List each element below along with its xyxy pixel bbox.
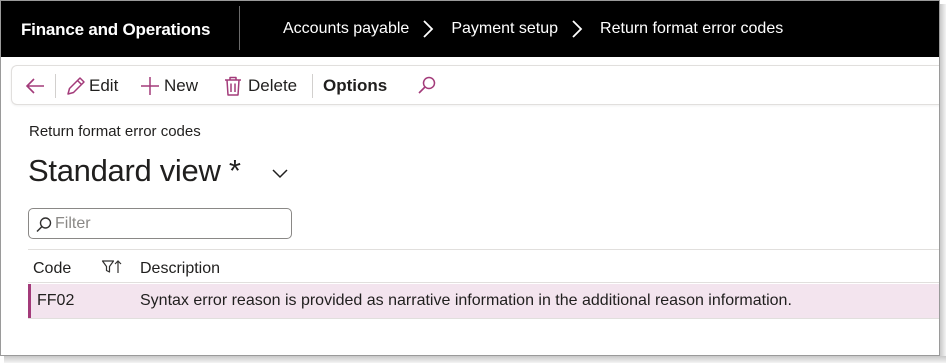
- new-button[interactable]: New: [139, 66, 198, 106]
- grid-divider: [28, 318, 939, 319]
- delete-label: Delete: [248, 76, 298, 95]
- search-button[interactable]: [416, 66, 438, 106]
- table-row[interactable]: FF02 Syntax error reason is provided as …: [28, 284, 939, 318]
- grid-header: Code Description: [28, 250, 939, 283]
- view-selector[interactable]: Standard view *: [28, 153, 241, 189]
- column-header-description[interactable]: Description: [140, 260, 220, 278]
- chevron-right-icon: [417, 19, 443, 39]
- back-arrow-icon: [25, 78, 44, 94]
- filter-box[interactable]: [28, 208, 292, 239]
- new-label: New: [164, 76, 199, 95]
- options-tab[interactable]: Options: [323, 66, 387, 106]
- code-cell[interactable]: FF02: [37, 292, 74, 310]
- window-shadow: [4, 356, 946, 363]
- trash-icon: [225, 76, 241, 96]
- plus-icon: [141, 77, 159, 95]
- edit-label: Edit: [89, 76, 119, 95]
- search-icon: [418, 76, 436, 94]
- back-button[interactable]: [24, 66, 46, 106]
- column-header-code[interactable]: Code: [33, 260, 71, 278]
- breadcrumb: Accounts payable Payment setup Return fo…: [283, 19, 783, 39]
- toolbar-divider: [55, 74, 56, 98]
- nav-divider: [239, 6, 240, 50]
- filter-sort-icon[interactable]: [101, 259, 123, 280]
- chevron-right-icon: [566, 19, 592, 39]
- delete-button[interactable]: Delete: [223, 66, 297, 106]
- top-navigation-bar: Finance and Operations Accounts payable …: [1, 1, 939, 57]
- edit-button[interactable]: Edit: [65, 66, 118, 106]
- breadcrumb-item-accounts-payable[interactable]: Accounts payable: [283, 20, 409, 38]
- app-title[interactable]: Finance and Operations: [21, 20, 210, 40]
- pencil-icon: [67, 77, 85, 95]
- app-window: Finance and Operations Accounts payable …: [0, 0, 940, 356]
- action-pane: Edit New Delete Options: [11, 65, 939, 106]
- search-icon: [36, 217, 52, 233]
- chevron-down-icon[interactable]: [271, 167, 289, 185]
- toolbar-divider: [312, 74, 313, 98]
- filter-input[interactable]: [55, 213, 285, 235]
- page-caption: Return format error codes: [29, 123, 201, 140]
- description-cell[interactable]: Syntax error reason is provided as narra…: [140, 292, 792, 310]
- breadcrumb-item-payment-setup[interactable]: Payment setup: [451, 20, 558, 38]
- window-shadow: [940, 4, 946, 360]
- breadcrumb-item-current-page[interactable]: Return format error codes: [600, 20, 783, 38]
